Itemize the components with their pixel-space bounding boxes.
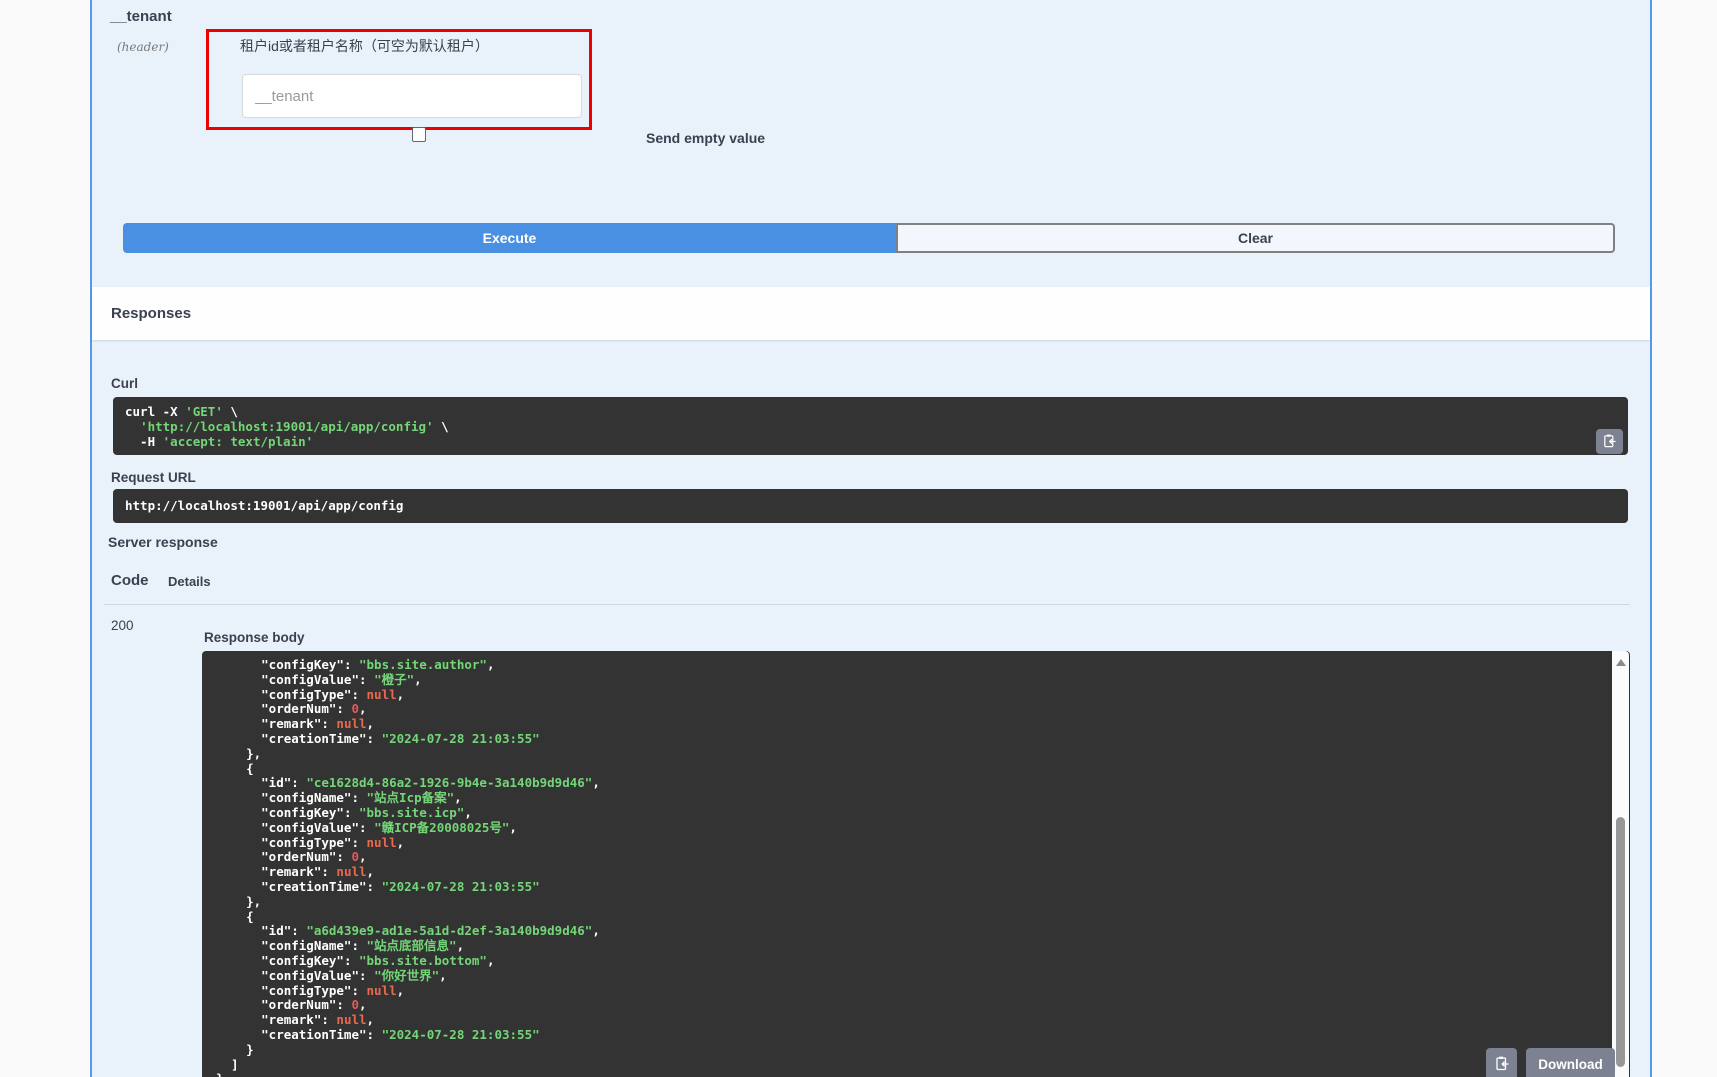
download-button[interactable]: Download bbox=[1526, 1048, 1615, 1077]
response-scrollbar-thumb[interactable] bbox=[1616, 817, 1625, 1067]
request-url-value: http://localhost:19001/api/app/config bbox=[113, 499, 415, 514]
response-body-block: "configKey": "bbs.site.author", "configV… bbox=[202, 651, 1630, 1077]
response-copy-button[interactable] bbox=[1486, 1048, 1517, 1077]
request-url-block: http://localhost:19001/api/app/config bbox=[113, 489, 1628, 523]
response-body-json: "configKey": "bbs.site.author", "configV… bbox=[202, 651, 1630, 1077]
parameter-location: (header) bbox=[117, 40, 169, 54]
tenant-input[interactable] bbox=[242, 74, 582, 118]
server-response-label: Server response bbox=[108, 534, 218, 550]
request-url-label: Request URL bbox=[111, 470, 196, 485]
parameter-description: 租户id或者租户名称（可空为默认租户） bbox=[240, 36, 489, 56]
parameter-name: __tenant bbox=[110, 8, 172, 25]
response-body-label: Response body bbox=[204, 630, 305, 645]
curl-code-block: curl -X 'GET' \ 'http://localhost:19001/… bbox=[113, 397, 1628, 455]
responses-title: Responses bbox=[111, 305, 191, 322]
curl-label: Curl bbox=[111, 376, 138, 391]
status-code: 200 bbox=[111, 618, 134, 633]
curl-copy-button[interactable] bbox=[1596, 429, 1623, 454]
send-empty-value-label: Send empty value bbox=[646, 130, 765, 146]
curl-command: curl -X 'GET' \ 'http://localhost:19001/… bbox=[113, 397, 1628, 455]
table-divider bbox=[104, 604, 1630, 605]
details-column-header: Details bbox=[168, 574, 211, 589]
copy-icon bbox=[1494, 1055, 1510, 1074]
clear-button[interactable]: Clear bbox=[896, 223, 1615, 253]
send-empty-value-checkbox[interactable] bbox=[412, 127, 426, 142]
scrollbar-up-arrow-icon[interactable] bbox=[1616, 659, 1626, 666]
execute-button[interactable]: Execute bbox=[123, 223, 896, 253]
swagger-operation-page: __tenant (header) 租户id或者租户名称（可空为默认租户） Se… bbox=[0, 0, 1717, 1077]
responses-header-band bbox=[92, 287, 1650, 340]
copy-icon bbox=[1602, 433, 1617, 451]
code-column-header: Code bbox=[111, 572, 149, 589]
